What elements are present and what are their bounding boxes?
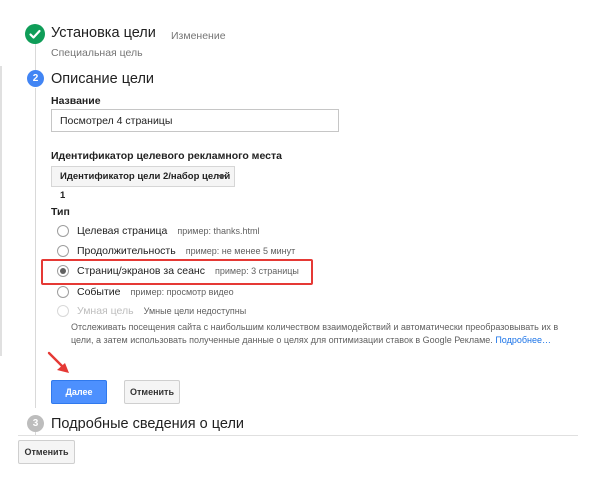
type-option-destination[interactable]: Целевая страница пример: thanks.html (57, 223, 260, 239)
step-2-number: 2 (27, 70, 44, 87)
section-divider (18, 435, 578, 436)
learn-more-link[interactable]: Подробнее… (495, 335, 551, 345)
type-label: Тип (51, 206, 70, 218)
option-example: пример: не менее 5 минут (185, 246, 296, 256)
type-option-smart-goal: Умная цель Умные цели недоступны (57, 303, 246, 319)
highlight-annotation-box (41, 259, 313, 285)
cancel-all-button[interactable]: Отменить (18, 440, 75, 464)
option-label: Целевая страница (77, 225, 168, 237)
radio-button-disabled (57, 305, 69, 317)
slot-id-label: Идентификатор целевого рекламного места (51, 150, 282, 162)
goal-slot-dropdown[interactable]: Идентификатор цели 2/набор целей 1 (51, 166, 235, 201)
option-example: пример: thanks.html (177, 226, 260, 236)
next-button[interactable]: Далее (51, 380, 107, 404)
goal-slot-value: Идентификатор цели 2/набор целей 1 (60, 171, 231, 201)
type-option-event[interactable]: Событие пример: просмотр видео (57, 284, 234, 300)
left-edge-border (0, 66, 2, 356)
cancel-button[interactable]: Отменить (124, 380, 180, 404)
red-arrow-icon (47, 351, 69, 373)
name-label: Название (51, 95, 101, 107)
step-connector (35, 41, 36, 71)
step-1-checkmark-icon (25, 24, 45, 44)
radio-button[interactable] (57, 245, 69, 257)
step-connector (35, 88, 36, 408)
option-label: Умная цель (77, 305, 134, 317)
type-option-duration[interactable]: Продолжительность пример: не менее 5 мин… (57, 243, 295, 259)
caret-down-icon (218, 175, 226, 179)
step-1-subtitle: Специальная цель (51, 47, 143, 59)
step-1-title: Установка цели (51, 25, 156, 41)
step-3-number: 3 (27, 415, 44, 432)
smart-goal-text: Отслеживать посещения сайта с наибольшим… (71, 322, 559, 345)
goal-name-input[interactable] (51, 109, 339, 132)
option-label: Событие (77, 286, 121, 298)
step-3-title: Подробные сведения о цели (51, 416, 245, 432)
step-1-edit-link[interactable]: Изменение (171, 30, 226, 42)
option-label: Продолжительность (77, 245, 176, 257)
option-example: пример: просмотр видео (130, 287, 234, 297)
radio-button[interactable] (57, 225, 69, 237)
radio-button[interactable] (57, 286, 69, 298)
step-2-title: Описание цели (51, 71, 155, 87)
option-example: Умные цели недоступны (143, 306, 247, 316)
smart-goal-description: Отслеживать посещения сайта с наибольшим… (71, 321, 571, 346)
